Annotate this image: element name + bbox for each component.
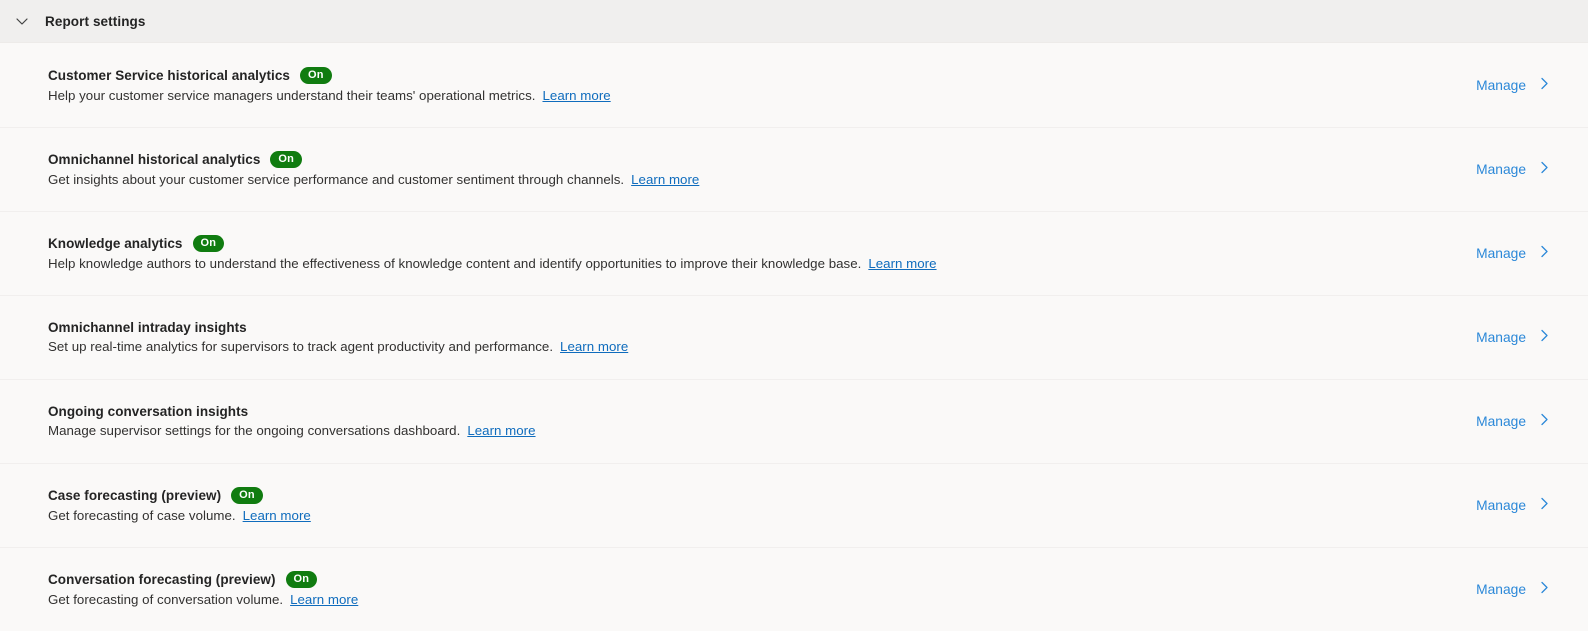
setting-text-block: Omnichannel historical analytics On Get in… [48, 151, 699, 187]
learn-more-link[interactable]: Learn more [868, 256, 936, 271]
setting-title-line: Case forecasting (preview) On [48, 487, 311, 504]
setting-title: Conversation forecasting (preview) [48, 572, 276, 587]
manage-link[interactable]: Manage [1476, 76, 1564, 94]
learn-more-link[interactable]: Learn more [467, 423, 535, 438]
manage-link[interactable]: Manage [1476, 160, 1564, 178]
setting-title-line: Customer Service historical analytics On [48, 67, 611, 84]
setting-description-line: Help your customer service managers unde… [48, 88, 611, 103]
setting-title: Knowledge analytics [48, 236, 183, 251]
setting-description: Get forecasting of conversation volume. [48, 592, 284, 607]
setting-description-line: Manage supervisor settings for the ongoi… [48, 423, 536, 438]
setting-text-block: Customer Service historical analytics On H… [48, 67, 611, 103]
chevron-right-icon [1537, 580, 1552, 598]
setting-description: Help knowledge authors to understand the… [48, 256, 862, 271]
setting-description-line: Get forecasting of conversation volume. L… [48, 592, 358, 607]
setting-description: Get forecasting of case volume. [48, 508, 236, 523]
section-collapse-toggle[interactable] [8, 7, 36, 35]
setting-text-block: Ongoing conversation insights Manage supe… [48, 404, 536, 438]
setting-description: Get insights about your customer service… [48, 172, 625, 187]
setting-title: Omnichannel historical analytics [48, 152, 261, 167]
setting-description: Help your customer service managers unde… [48, 88, 536, 103]
setting-description-line: Help knowledge authors to understand the… [48, 256, 937, 271]
chevron-right-icon [1537, 160, 1552, 178]
manage-label: Manage [1476, 329, 1526, 345]
setting-description-line: Get insights about your customer service… [48, 172, 699, 187]
setting-title-line: Omnichannel historical analytics On [48, 151, 699, 168]
manage-label: Manage [1476, 161, 1526, 177]
setting-row: Conversation forecasting (preview) On Get … [0, 547, 1588, 631]
setting-title-line: Knowledge analytics On [48, 235, 937, 252]
status-badge: On [299, 67, 332, 84]
status-badge: On [270, 151, 303, 168]
learn-more-link[interactable]: Learn more [243, 508, 311, 523]
chevron-right-icon [1537, 496, 1552, 514]
manage-label: Manage [1476, 413, 1526, 429]
setting-title: Case forecasting (preview) [48, 488, 222, 503]
learn-more-link[interactable]: Learn more [560, 339, 628, 354]
setting-text-block: Omnichannel intraday insights Set up real… [48, 320, 628, 354]
learn-more-link[interactable]: Learn more [290, 592, 358, 607]
manage-label: Manage [1476, 245, 1526, 261]
report-settings-list: Customer Service historical analytics On H… [0, 43, 1588, 631]
setting-title-line: Conversation forecasting (preview) On [48, 571, 358, 588]
setting-row: Customer Service historical analytics On H… [0, 43, 1588, 127]
manage-link[interactable]: Manage [1476, 244, 1564, 262]
page-title: Report settings [45, 13, 146, 29]
setting-row: Omnichannel intraday insights Set up real… [0, 295, 1588, 379]
setting-text-block: Case forecasting (preview) On Get forecast… [48, 487, 311, 523]
setting-description: Set up real-time analytics for superviso… [48, 339, 554, 354]
learn-more-link[interactable]: Learn more [631, 172, 699, 187]
setting-title-line: Omnichannel intraday insights [48, 320, 628, 335]
setting-row: Omnichannel historical analytics On Get in… [0, 127, 1588, 211]
setting-title: Omnichannel intraday insights [48, 320, 247, 335]
setting-row: Ongoing conversation insights Manage supe… [0, 379, 1588, 463]
manage-link[interactable]: Manage [1476, 412, 1564, 430]
manage-link[interactable]: Manage [1476, 328, 1564, 346]
manage-label: Manage [1476, 77, 1526, 93]
chevron-right-icon [1537, 76, 1552, 94]
setting-title-line: Ongoing conversation insights [48, 404, 536, 419]
setting-text-block: Knowledge analytics On Help knowledge auth… [48, 235, 937, 271]
status-badge: On [192, 235, 225, 252]
report-settings-section-header: Report settings [0, 0, 1588, 43]
setting-row: Case forecasting (preview) On Get forecast… [0, 463, 1588, 547]
chevron-right-icon [1537, 244, 1552, 262]
chevron-right-icon [1537, 328, 1552, 346]
chevron-right-icon [1537, 412, 1552, 430]
setting-description-line: Set up real-time analytics for superviso… [48, 339, 628, 354]
setting-description: Manage supervisor settings for the ongoi… [48, 423, 461, 438]
learn-more-link[interactable]: Learn more [542, 88, 610, 103]
manage-link[interactable]: Manage [1476, 496, 1564, 514]
setting-title: Customer Service historical analytics [48, 68, 290, 83]
setting-description-line: Get forecasting of case volume. Learn mor… [48, 508, 311, 523]
chevron-down-icon [15, 14, 29, 28]
status-badge: On [231, 487, 263, 504]
status-badge: On [285, 571, 318, 588]
setting-text-block: Conversation forecasting (preview) On Get … [48, 571, 358, 607]
manage-label: Manage [1476, 581, 1526, 597]
manage-label: Manage [1476, 497, 1526, 513]
setting-row: Knowledge analytics On Help knowledge auth… [0, 211, 1588, 295]
setting-title: Ongoing conversation insights [48, 404, 249, 419]
manage-link[interactable]: Manage [1476, 580, 1564, 598]
